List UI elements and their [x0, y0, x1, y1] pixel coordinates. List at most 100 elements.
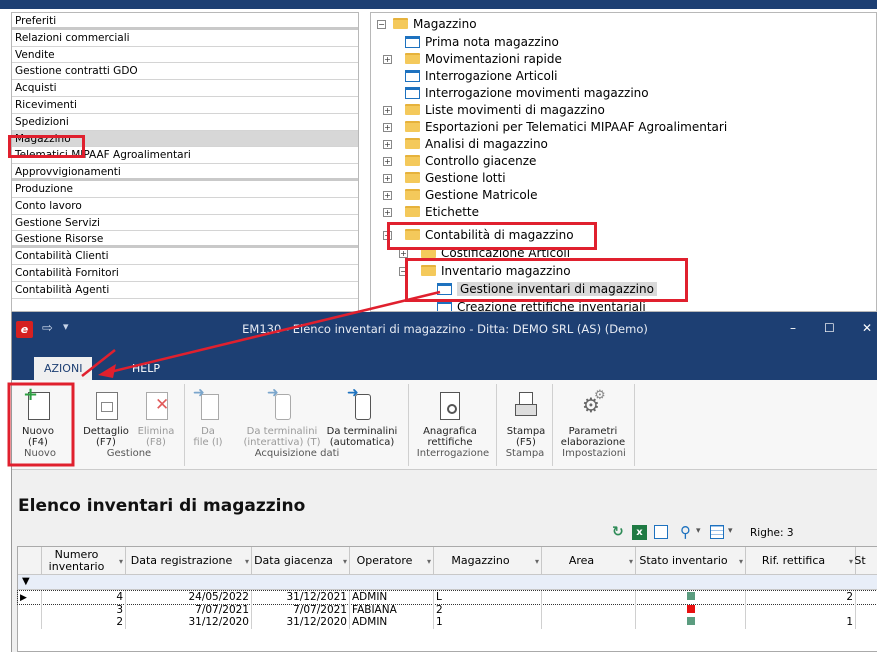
- expand-icon[interactable]: +: [383, 140, 392, 149]
- column-filter-icon[interactable]: ▾: [739, 556, 743, 568]
- excel-export-icon[interactable]: x: [632, 525, 647, 540]
- content-area: Elenco inventari di magazzino ↻ x ⚲ ▾ ▾ …: [12, 470, 877, 652]
- cell: [856, 591, 877, 604]
- column-header[interactable]: Data registrazione ▾: [126, 547, 252, 575]
- table-row[interactable]: 2 31/12/2020 31/12/2020 ADMIN 1 1: [18, 616, 877, 629]
- document-icon: [437, 301, 452, 311]
- column-filter-icon[interactable]: ▾: [629, 556, 633, 568]
- delete-document-icon: ✕: [141, 388, 171, 422]
- column-header[interactable]: Stato inventario ▾: [636, 547, 746, 575]
- search-icon[interactable]: ⚲: [680, 523, 691, 541]
- maximize-button[interactable]: ☐: [824, 321, 835, 335]
- menu-item[interactable]: Gestione Servizi: [12, 215, 358, 232]
- menu-item[interactable]: Spedizioni: [12, 114, 358, 131]
- module-menu: Preferiti Relazioni commerciali Vendite Ges…: [11, 12, 359, 312]
- tree-node[interactable]: + Movimentazioni rapide: [383, 51, 562, 68]
- column-header[interactable]: Rif. rettifica ▾: [746, 547, 856, 575]
- column-filter-icon[interactable]: ▾: [427, 556, 431, 568]
- expand-icon[interactable]: +: [383, 157, 392, 166]
- refresh-icon[interactable]: ↻: [612, 524, 624, 540]
- column-filter-icon[interactable]: ▾: [119, 556, 123, 568]
- filter-row[interactable]: ▼: [18, 575, 877, 590]
- folder-icon: [405, 138, 420, 149]
- menu-item[interactable]: Approvvigionamenti: [12, 164, 358, 181]
- parametri-elaborazione-button[interactable]: ⚙ ⚙ Parametri elaborazione: [558, 388, 628, 448]
- search-dropdown-icon[interactable]: ▾: [696, 526, 701, 536]
- column-header[interactable]: Numero inventario ▾: [42, 547, 126, 575]
- tree-node[interactable]: Interrogazione Articoli: [405, 68, 558, 85]
- column-filter-icon[interactable]: ▾: [245, 556, 249, 568]
- document-icon: [405, 70, 420, 82]
- column-header[interactable]: Magazzino ▾: [434, 547, 542, 575]
- filter-grid-icon[interactable]: [710, 525, 724, 539]
- expand-icon[interactable]: +: [383, 174, 392, 183]
- table-row[interactable]: 3 7/07/2021 7/07/2021 FABIANA 2: [18, 603, 877, 616]
- column-header[interactable]: Data giacenza ▾: [252, 547, 350, 575]
- ribbon-tabs: AZIONI HELP: [12, 348, 877, 380]
- da-terminalini-interattiva-button[interactable]: ➜ Da terminalini (interattiva) (T): [238, 386, 326, 448]
- tab-azioni[interactable]: AZIONI: [34, 357, 93, 380]
- menu-item[interactable]: Contabilità Clienti: [12, 248, 358, 265]
- tree-node[interactable]: + Liste movimenti di magazzino: [383, 102, 605, 119]
- column-header[interactable]: Operatore ▾: [350, 547, 434, 575]
- elimina-button[interactable]: ✕ Elimina (F8): [134, 388, 178, 448]
- folder-icon: [405, 189, 420, 200]
- column-header[interactable]: Area ▾: [542, 547, 636, 575]
- tree-node-label: Gestione Matricole: [425, 188, 538, 202]
- tree-node-label: Liste movimenti di magazzino: [425, 103, 605, 117]
- expand-icon[interactable]: +: [383, 208, 392, 217]
- expand-icon[interactable]: +: [399, 249, 408, 258]
- tree-root-magazzino[interactable]: − Magazzino: [377, 16, 477, 33]
- da-terminalini-automatica-button[interactable]: ➜ Da terminalini (automatica): [322, 386, 402, 448]
- folder-icon: [405, 155, 420, 166]
- tree-node[interactable]: + Controllo giacenze: [383, 153, 536, 170]
- terminal-device-icon: ➜: [347, 386, 377, 422]
- close-button[interactable]: ✕: [862, 321, 872, 335]
- tree-node[interactable]: + Gestione lotti: [383, 170, 506, 187]
- filter-dropdown-icon[interactable]: ▾: [728, 526, 733, 536]
- nuovo-button[interactable]: + Nuovo (F4): [18, 386, 58, 449]
- cell: [746, 603, 856, 616]
- anagrafica-rettifiche-button[interactable]: Anagrafica rettifiche: [420, 388, 480, 448]
- column-header[interactable]: St: [854, 547, 877, 575]
- tree-node[interactable]: + Analisi di magazzino: [383, 136, 548, 153]
- tree-node-label: Esportazioni per Telematici MIPAAF Agroa…: [425, 120, 728, 134]
- tree-node[interactable]: + Esportazioni per Telematici MIPAAF Agro…: [383, 119, 728, 136]
- menu-item[interactable]: Gestione contratti GDO: [12, 63, 358, 81]
- cell: 1: [434, 616, 542, 629]
- status-square-icon: [686, 604, 695, 613]
- menu-item[interactable]: Preferiti: [12, 13, 358, 30]
- menu-item[interactable]: Acquisti: [12, 80, 358, 97]
- expand-icon[interactable]: +: [383, 55, 392, 64]
- tree-node[interactable]: + Etichette: [383, 204, 479, 221]
- dettaglio-button[interactable]: Dettaglio (F7): [80, 388, 132, 448]
- expand-icon[interactable]: +: [383, 123, 392, 132]
- minimize-button[interactable]: –: [790, 321, 796, 335]
- menu-item[interactable]: Produzione: [12, 181, 358, 198]
- gears-icon: ⚙ ⚙: [582, 388, 606, 417]
- cell: 7/07/2021: [252, 603, 350, 616]
- tree-node[interactable]: Prima nota magazzino: [405, 34, 559, 51]
- import-file-icon: ➜: [193, 386, 223, 422]
- menu-item[interactable]: Contabilità Agenti: [12, 282, 358, 299]
- menu-item[interactable]: Contabilità Fornitori: [12, 265, 358, 282]
- da-file-button[interactable]: ➜ Da file (I): [190, 386, 226, 448]
- tree-node[interactable]: Interrogazione movimenti magazzino: [405, 85, 649, 102]
- expand-icon[interactable]: +: [383, 191, 392, 200]
- menu-item[interactable]: Relazioni commerciali: [12, 30, 358, 47]
- menu-item[interactable]: Gestione Risorse: [12, 231, 358, 249]
- tree-node[interactable]: + Gestione Matricole: [383, 187, 538, 204]
- menu-item[interactable]: Conto lavoro: [12, 198, 358, 215]
- menu-item[interactable]: Vendite: [12, 47, 358, 64]
- cell: 7/07/2021: [126, 603, 252, 616]
- menu-item[interactable]: Ricevimenti: [12, 97, 358, 114]
- tab-help[interactable]: HELP: [122, 357, 170, 380]
- cell: 4: [42, 591, 126, 604]
- grid-layout-icon[interactable]: [654, 525, 668, 539]
- column-filter-icon[interactable]: ▾: [343, 556, 347, 568]
- table-row[interactable]: ▶ 4 24/05/2022 31/12/2021 ADMIN L 2: [17, 590, 877, 605]
- column-filter-icon[interactable]: ▾: [535, 556, 539, 568]
- expand-icon[interactable]: +: [383, 106, 392, 115]
- stampa-button[interactable]: Stampa (F5): [506, 388, 546, 448]
- column-filter-icon[interactable]: ▾: [849, 556, 853, 568]
